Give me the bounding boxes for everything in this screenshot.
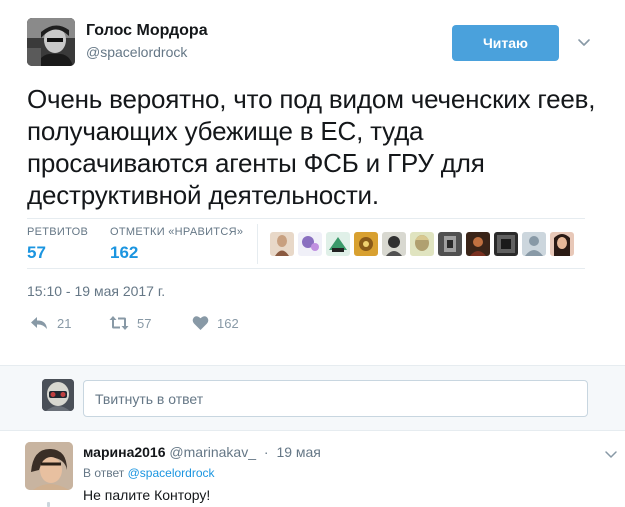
likes-value: 162 — [110, 243, 139, 262]
reply-header: марина2016 @marinakav_ · 19 мая — [83, 444, 321, 460]
liker-avatar[interactable] — [522, 232, 546, 256]
separator-dot: · — [263, 444, 269, 460]
reply-author-handle[interactable]: @marinakav_ — [169, 444, 256, 460]
liker-avatar[interactable] — [438, 232, 462, 256]
author-avatar[interactable] — [27, 18, 75, 66]
reply-input[interactable] — [83, 380, 588, 417]
retweets-stat[interactable]: РЕТВИТОВ 57 — [27, 226, 88, 263]
author-name[interactable]: Голос Мордора — [86, 22, 208, 40]
reply-count: 21 — [57, 315, 72, 331]
like-count: 162 — [217, 315, 239, 331]
reply-author-avatar[interactable] — [25, 442, 73, 490]
divider — [27, 268, 585, 269]
reply-text: Не палите Контору! — [83, 487, 211, 503]
like-button[interactable]: 162 — [192, 312, 239, 334]
chevron-down-icon[interactable] — [576, 34, 592, 50]
likes-label: ОТМЕТКИ «НРАВИТСЯ» — [110, 226, 244, 238]
likes-stat[interactable]: ОТМЕТКИ «НРАВИТСЯ» 162 — [110, 226, 243, 263]
liker-avatar[interactable] — [270, 232, 294, 256]
reply-to-prefix: В ответ — [83, 466, 125, 480]
reply-icon — [31, 317, 47, 329]
retweet-button[interactable]: 57 — [109, 312, 151, 334]
reply-composer — [0, 365, 625, 430]
tweet-timestamp[interactable]: 15:10 - 19 мая 2017 г. — [27, 283, 165, 299]
retweets-label: РЕТВИТОВ — [27, 226, 89, 238]
reply-tweet: марина2016 @marinakav_ · 19 мая В ответ … — [0, 430, 625, 507]
liker-avatar[interactable] — [494, 232, 518, 256]
liker-avatar[interactable] — [298, 232, 322, 256]
liker-avatar[interactable] — [354, 232, 378, 256]
reply-to-handle-link[interactable]: @spacelordrock — [128, 466, 215, 480]
liker-avatar[interactable] — [550, 232, 574, 256]
likers-list — [270, 232, 574, 256]
liker-avatar[interactable] — [466, 232, 490, 256]
reply-author-name[interactable]: марина2016 — [83, 444, 166, 460]
liker-avatar[interactable] — [326, 232, 350, 256]
main-tweet: Голос Мордора @spacelordrock Читаю Очень… — [0, 0, 625, 365]
thread-connector — [47, 502, 50, 507]
author-handle[interactable]: @spacelordrock — [86, 44, 187, 60]
heart-icon — [192, 316, 209, 330]
chevron-down-icon[interactable] — [604, 447, 618, 461]
liker-avatar[interactable] — [410, 232, 434, 256]
reply-button[interactable]: 21 — [30, 312, 71, 334]
retweet-icon — [109, 316, 129, 330]
liker-avatar[interactable] — [382, 232, 406, 256]
current-user-avatar[interactable] — [42, 379, 74, 411]
reply-context: В ответ @spacelordrock — [83, 466, 215, 480]
stat-divider — [257, 224, 258, 264]
follow-button[interactable]: Читаю — [452, 25, 559, 61]
divider — [27, 218, 585, 219]
retweets-value: 57 — [27, 243, 46, 262]
retweet-count: 57 — [137, 315, 152, 331]
tweet-text: Очень вероятно, что под видом чеченских … — [27, 84, 596, 210]
reply-time[interactable]: 19 мая — [276, 444, 320, 460]
